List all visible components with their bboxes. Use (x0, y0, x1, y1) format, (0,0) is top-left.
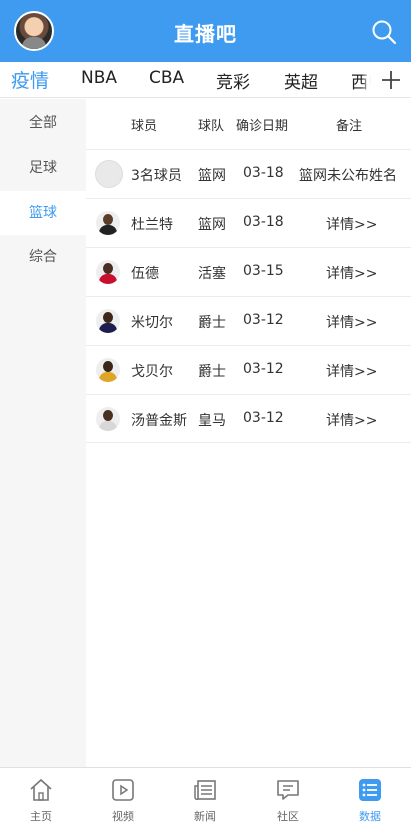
table-row[interactable]: 汤普金斯 皇马 03-12 详情>> (86, 394, 411, 443)
nav-video[interactable]: 视频 (82, 768, 164, 840)
confirm-date: 03-15 (243, 263, 284, 279)
confirm-date: 03-18 (243, 165, 284, 181)
player-placeholder-avatar (95, 160, 123, 188)
search-icon[interactable] (371, 19, 397, 45)
table-row[interactable]: 戈贝尔 爵士 03-12 详情>> (86, 345, 411, 394)
app-title: 直播吧 (174, 22, 237, 46)
player-name: 伍德 (131, 266, 159, 282)
table-row[interactable]: 3名球员 篮网 03-18 篮网未公布姓名 (86, 149, 411, 198)
infected-players-table: 球员 球队 确诊日期 备注 3名球员 篮网 03-18 篮网未公布姓名 杜兰特 … (86, 99, 411, 443)
table-row[interactable]: 杜兰特 篮网 03-18 详情>> (86, 198, 411, 247)
tab-premier-league[interactable]: 英超 (284, 68, 318, 93)
nav-community-label: 社区 (277, 810, 299, 823)
confirm-date: 03-12 (243, 361, 284, 377)
nav-news[interactable]: 新闻 (164, 768, 246, 840)
player-name: 杜兰特 (131, 217, 173, 233)
details-link[interactable]: 详情>> (326, 361, 377, 381)
nav-home[interactable]: 主页 (0, 768, 82, 840)
confirm-date: 03-18 (243, 214, 284, 230)
newspaper-icon (194, 780, 216, 801)
header-team: 球队 (198, 119, 225, 134)
sidebar-item-football[interactable]: 足球 (0, 146, 86, 190)
sport-sidebar: 全部 足球 篮球 综合 (0, 99, 86, 767)
note-text: 篮网未公布姓名 (299, 168, 397, 184)
table-header: 球员 球队 确诊日期 备注 (86, 99, 411, 149)
nav-data[interactable]: 数据 (329, 768, 411, 840)
details-link[interactable]: 详情>> (326, 263, 377, 283)
details-link[interactable]: 详情>> (326, 410, 377, 430)
nav-community[interactable]: 社区 (247, 768, 329, 840)
bottom-nav: 主页 视频 新闻 社区 数据 (0, 767, 411, 840)
tab-lottery[interactable]: 竞彩 (216, 68, 250, 93)
team-name: 爵士 (198, 364, 226, 380)
player-name: 3名球员 (131, 168, 182, 184)
team-name: 篮网 (198, 217, 226, 233)
sidebar-item-basketball[interactable]: 篮球 (0, 191, 86, 235)
play-video-icon (112, 779, 134, 801)
tab-epidemic[interactable]: 疫情 (11, 66, 49, 93)
team-name: 篮网 (198, 168, 226, 184)
player-name: 米切尔 (131, 315, 173, 331)
confirm-date: 03-12 (243, 410, 284, 426)
nav-video-label: 视频 (112, 810, 134, 823)
details-link[interactable]: 详情>> (326, 312, 377, 332)
tab-nba[interactable]: NBA (81, 68, 117, 88)
team-name: 爵士 (198, 315, 226, 331)
confirm-date: 03-12 (243, 312, 284, 328)
home-icon (30, 778, 52, 801)
player-avatar (96, 407, 120, 431)
nav-home-label: 主页 (30, 810, 52, 823)
header-date: 确诊日期 (236, 119, 289, 134)
table-row[interactable]: 伍德 活塞 03-15 详情>> (86, 247, 411, 296)
sidebar-item-all[interactable]: 全部 (0, 101, 86, 145)
player-name: 汤普金斯 (131, 413, 187, 429)
sidebar-item-general[interactable]: 综合 (0, 235, 86, 279)
team-name: 皇马 (198, 413, 226, 429)
plus-icon (382, 71, 400, 89)
chat-bubble-icon (277, 780, 299, 800)
team-name: 活塞 (198, 266, 226, 282)
add-tab-button[interactable] (371, 62, 411, 97)
app-header: 直播吧 (0, 0, 411, 62)
header-note: 备注 (336, 119, 363, 134)
player-name: 戈贝尔 (131, 364, 173, 380)
table-row[interactable]: 米切尔 爵士 03-12 详情>> (86, 296, 411, 345)
player-avatar (96, 358, 120, 382)
nav-news-label: 新闻 (194, 810, 216, 823)
player-avatar (96, 211, 120, 235)
category-tabs: 疫情 NBA CBA 竞彩 英超 西甲 (0, 62, 411, 98)
data-list-icon (359, 779, 381, 801)
header-player: 球员 (131, 119, 158, 134)
nav-data-label: 数据 (359, 810, 381, 823)
player-avatar (96, 309, 120, 333)
details-link[interactable]: 详情>> (326, 214, 377, 234)
player-avatar (96, 260, 120, 284)
tab-cba[interactable]: CBA (149, 68, 184, 88)
